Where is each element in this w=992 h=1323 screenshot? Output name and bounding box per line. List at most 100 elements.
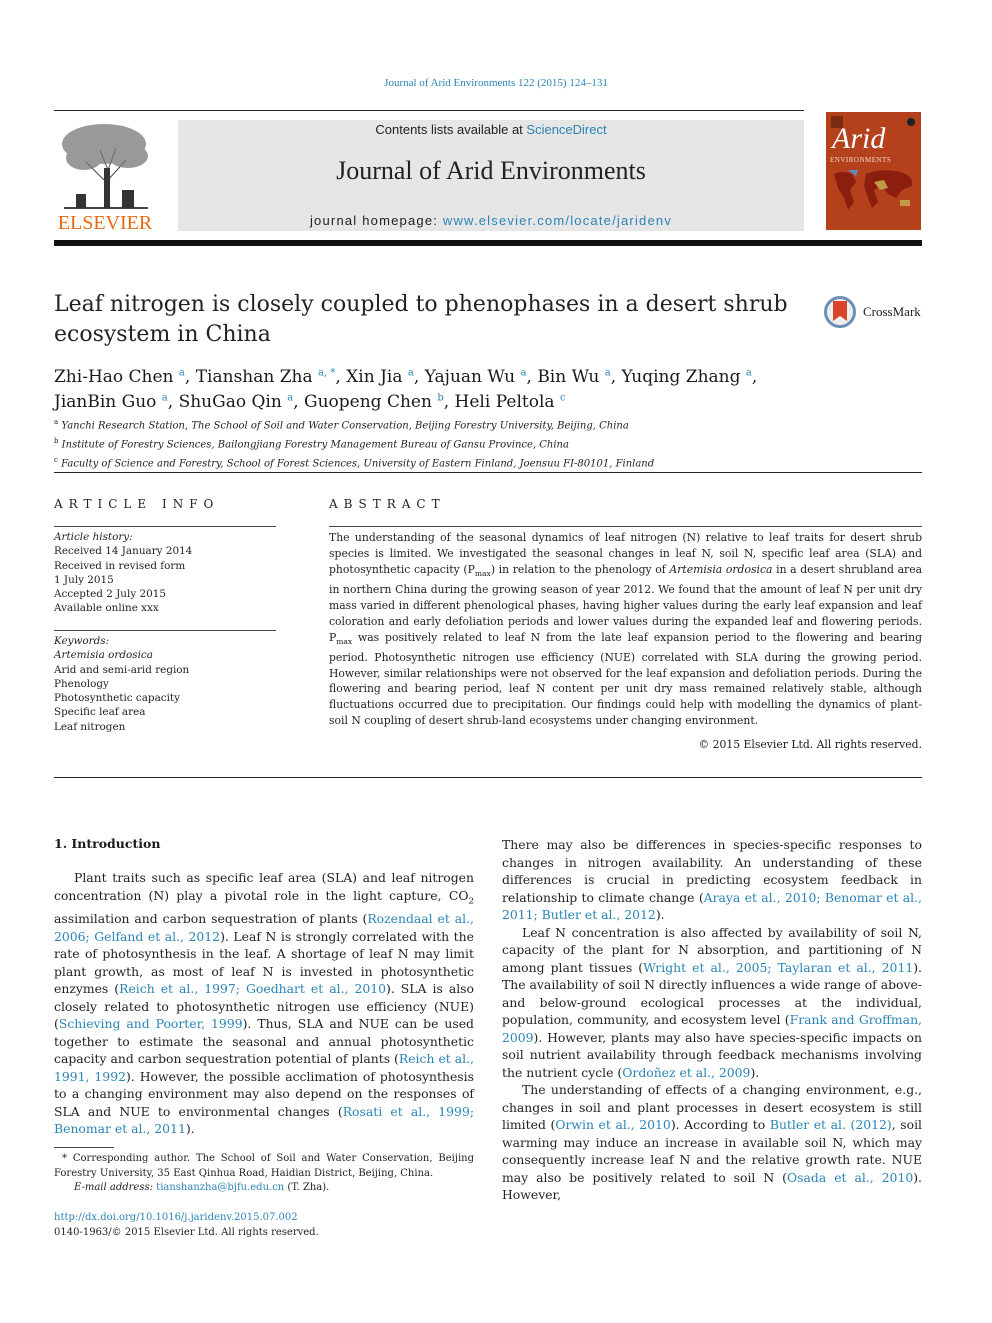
abstract-rule bbox=[329, 526, 922, 527]
introduction-right-column: There may also be differences in species… bbox=[502, 836, 922, 1204]
doi-block: http://dx.doi.org/10.1016/j.jaridenv.201… bbox=[54, 1211, 319, 1240]
author[interactable]: Bin Wu a, bbox=[537, 367, 621, 387]
citation-link[interactable]: Reich et al., 1997; Goedhart et al., 201… bbox=[119, 981, 386, 996]
journal-reference[interactable]: Journal of Arid Environments 122 (2015) … bbox=[0, 77, 992, 89]
keyword: Arid and semi-arid region bbox=[54, 663, 190, 676]
affiliation-item: c Faculty of Science and Forestry, Schoo… bbox=[54, 453, 914, 472]
doi-link[interactable]: http://dx.doi.org/10.1016/j.jaridenv.201… bbox=[54, 1211, 319, 1226]
author-name[interactable]: Heli Peltola bbox=[455, 392, 555, 412]
cover-title: Arid bbox=[832, 122, 886, 155]
author-name[interactable]: Tianshan Zha bbox=[196, 367, 313, 387]
affiliation-marker[interactable]: b bbox=[437, 393, 443, 404]
keywords-label: Keywords: bbox=[54, 635, 110, 647]
text: ). bbox=[750, 1064, 760, 1080]
homepage-prefix: journal homepage: bbox=[309, 213, 443, 228]
homepage-line: journal homepage: www.elsevier.com/locat… bbox=[178, 213, 804, 228]
author[interactable]: Tianshan Zha a, *, bbox=[196, 367, 346, 387]
header-thick-rule bbox=[54, 240, 922, 246]
affiliation-marker[interactable]: c bbox=[560, 393, 566, 404]
author[interactable]: Yuqing Zhang a, bbox=[622, 367, 758, 387]
email-link[interactable]: tianshanzha@bjfu.edu.cn bbox=[156, 1182, 284, 1193]
affiliation-marker[interactable]: a bbox=[162, 393, 168, 404]
affiliation-item: a Yanchi Research Station, The School of… bbox=[54, 415, 914, 434]
affiliation-marker[interactable]: a, * bbox=[318, 367, 335, 378]
abstract-segment: was positively related to leaf N from th… bbox=[329, 630, 922, 728]
affiliation-marker[interactable]: a bbox=[179, 367, 185, 378]
cover-badge-icon bbox=[907, 118, 915, 126]
email-label: E-mail address: bbox=[74, 1182, 157, 1193]
author-name[interactable]: Yuqing Zhang bbox=[622, 367, 741, 387]
journal-title: Journal of Arid Environments bbox=[336, 156, 646, 185]
subscript: max bbox=[474, 568, 491, 578]
introduction-heading: 1. Introduction bbox=[54, 836, 161, 851]
author-name[interactable]: Xin Jia bbox=[346, 367, 402, 387]
author[interactable]: Xin Jia a, bbox=[346, 367, 424, 387]
elsevier-tree-icon bbox=[62, 124, 148, 209]
affiliation-text: Faculty of Science and Forestry, School … bbox=[61, 457, 655, 469]
keywords: Keywords: Artemisia ordosica Arid and se… bbox=[54, 634, 189, 734]
author[interactable]: Guopeng Chen b, bbox=[304, 392, 455, 412]
history-item: Accepted 2 July 2015 bbox=[54, 588, 166, 601]
history-item: Available online xxx bbox=[54, 602, 159, 615]
paragraph: The understanding of effects of a changi… bbox=[502, 1081, 922, 1204]
cover-subtitle: ENVIRONMENTS bbox=[830, 156, 892, 164]
journal-cover[interactable]: Arid ENVIRONMENTS bbox=[826, 112, 921, 230]
citation-link[interactable]: Schieving and Poorter, 1999 bbox=[59, 1016, 243, 1031]
history-item: Received 14 January 2014 bbox=[54, 545, 193, 558]
author-list: Zhi-Hao Chen a, Tianshan Zha a, *, Xin J… bbox=[54, 362, 814, 413]
corresponding-author-note: * Corresponding author. The School of So… bbox=[54, 1153, 474, 1179]
history-item: Received in revised form bbox=[54, 559, 186, 572]
header-top-rule bbox=[54, 110, 804, 111]
subscript: max bbox=[336, 636, 353, 646]
article-info-rule bbox=[54, 526, 276, 527]
affiliation-marker[interactable]: a bbox=[746, 367, 752, 378]
author-name[interactable]: Zhi-Hao Chen bbox=[54, 367, 174, 387]
author[interactable]: Yajuan Wu a, bbox=[425, 367, 538, 387]
abstract-segment: ) in relation to the phenology of bbox=[490, 562, 670, 576]
affiliation-marker[interactable]: a bbox=[287, 393, 293, 404]
citation-link[interactable]: Orwin et al., 2010 bbox=[555, 1117, 671, 1132]
sciencedirect-link[interactable]: ScienceDirect bbox=[526, 122, 606, 137]
article-title: Leaf nitrogen is closely coupled to phen… bbox=[54, 292, 788, 347]
keyword: Phenology bbox=[54, 677, 109, 690]
homepage-link[interactable]: www.elsevier.com/locate/jaridenv bbox=[443, 213, 672, 228]
paragraph: Leaf N concentration is also affected by… bbox=[502, 924, 922, 1082]
affiliation-mark: b bbox=[54, 436, 59, 445]
author-name[interactable]: Yajuan Wu bbox=[425, 367, 515, 387]
species-name: Artemisia ordosica bbox=[669, 562, 773, 576]
affiliation-marker[interactable]: a bbox=[521, 367, 527, 378]
introduction-left-column: Plant traits such as specific leaf area … bbox=[54, 869, 474, 1138]
email-suffix: (T. Zha). bbox=[284, 1182, 330, 1193]
footnote: * Corresponding author. The School of So… bbox=[54, 1152, 474, 1196]
affiliation-marker[interactable]: a bbox=[605, 367, 611, 378]
text: assimilation and carbon sequestration of… bbox=[54, 911, 368, 927]
elsevier-logo[interactable]: ELSEVIER bbox=[54, 120, 156, 234]
affiliation-text: Yanchi Research Station, The School of S… bbox=[61, 420, 629, 432]
citation-link[interactable]: Butler et al. (2012) bbox=[770, 1117, 892, 1132]
author[interactable]: Heli Peltola c bbox=[455, 392, 566, 412]
citation-link[interactable]: Wright et al., 2005; Taylaran et al., 20… bbox=[643, 960, 913, 975]
paragraph: There may also be differences in species… bbox=[502, 836, 922, 924]
abstract-bottom-rule bbox=[54, 777, 922, 778]
author-name[interactable]: Guopeng Chen bbox=[304, 392, 432, 412]
journal-header: Contents lists available at ScienceDirec… bbox=[178, 120, 804, 231]
affiliation-marker[interactable]: a bbox=[408, 367, 414, 378]
keyword: Specific leaf area bbox=[54, 706, 146, 719]
author-name[interactable]: ShuGao Qin bbox=[179, 392, 282, 412]
article-history: Article history: Received 14 January 201… bbox=[54, 530, 192, 616]
text: ). bbox=[185, 1121, 195, 1137]
affiliation-text: Institute of Forestry Sciences, Bailongj… bbox=[61, 439, 569, 451]
author-name[interactable]: JianBin Guo bbox=[54, 392, 156, 412]
author[interactable]: Zhi-Hao Chen a, bbox=[54, 367, 196, 387]
keyword: Artemisia ordosica bbox=[54, 649, 153, 662]
author[interactable]: JianBin Guo a, bbox=[54, 392, 179, 412]
affiliation-item: b Institute of Forestry Sciences, Bailon… bbox=[54, 434, 914, 453]
history-label: Article history: bbox=[54, 531, 133, 543]
abstract-copyright: © 2015 Elsevier Ltd. All rights reserved… bbox=[698, 738, 922, 751]
crossmark-button[interactable]: CrossMark bbox=[824, 296, 924, 336]
author[interactable]: ShuGao Qin a, bbox=[179, 392, 304, 412]
citation-link[interactable]: Osada et al., 2010 bbox=[787, 1170, 913, 1185]
citation-link[interactable]: Ordoñez et al., 2009 bbox=[622, 1065, 750, 1080]
author-name[interactable]: Bin Wu bbox=[537, 367, 599, 387]
keywords-rule bbox=[54, 630, 276, 631]
